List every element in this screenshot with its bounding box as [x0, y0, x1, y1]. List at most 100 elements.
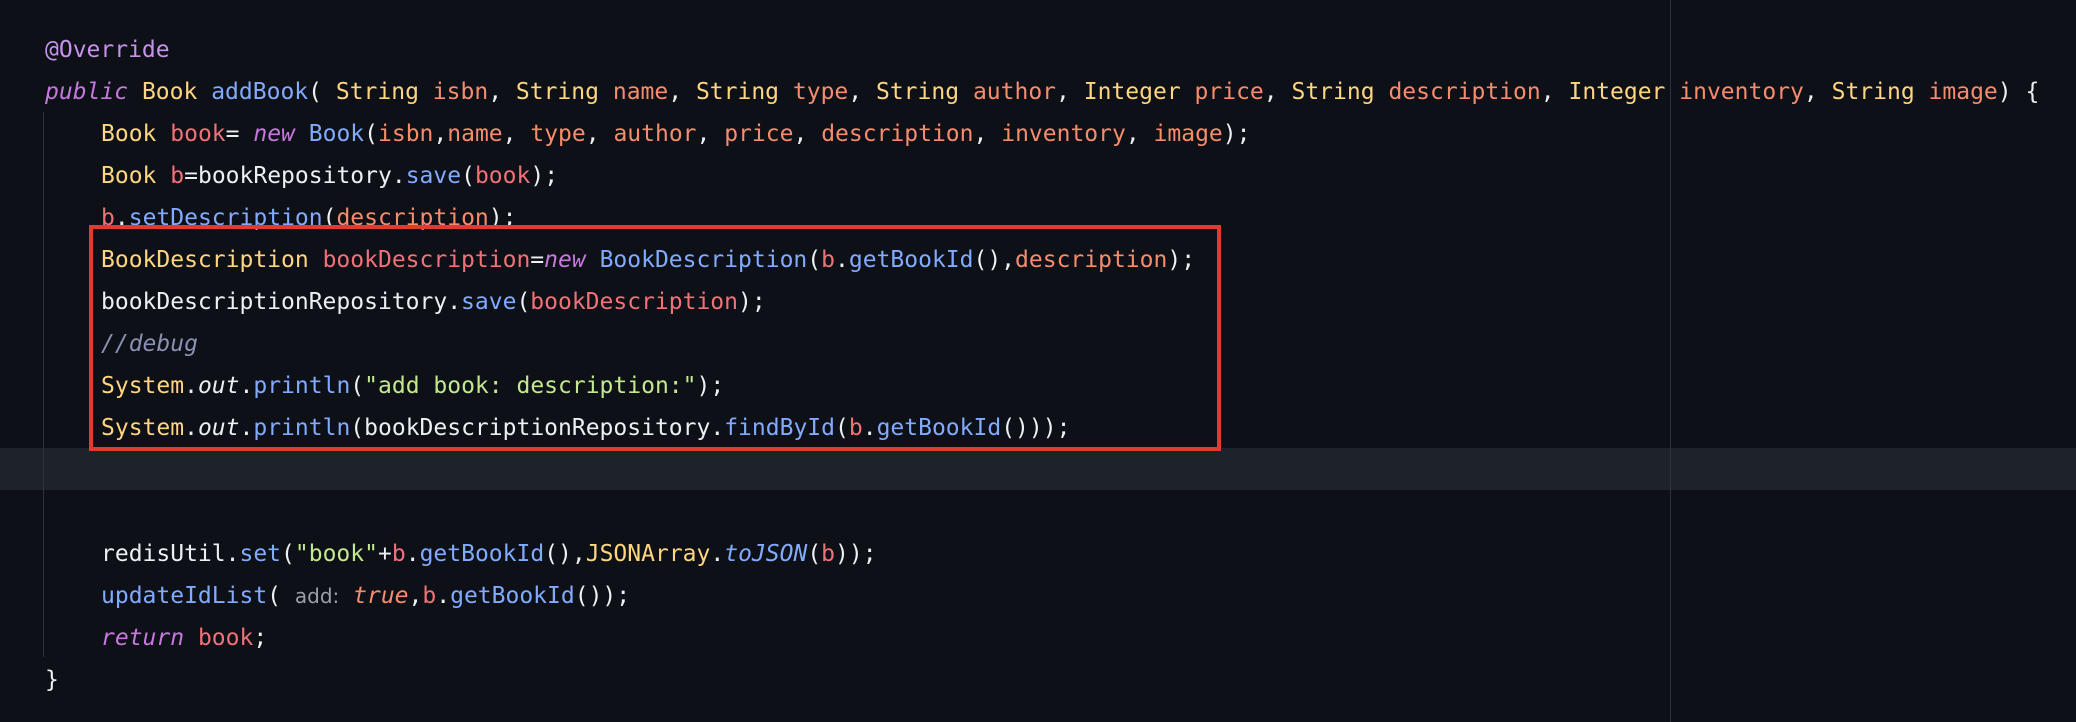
- code-token: addBook: [211, 79, 309, 105]
- code-token: .: [710, 541, 725, 567]
- code-token: );: [530, 163, 559, 189]
- code-token: (: [267, 583, 295, 609]
- code-token: String: [515, 79, 599, 105]
- code-line[interactable]: return book;: [101, 617, 267, 659]
- code-token: b: [821, 541, 836, 567]
- code-token: ());: [574, 583, 631, 609]
- code-token: ));: [835, 541, 877, 567]
- code-token: +: [377, 541, 392, 567]
- code-token: b: [422, 583, 437, 609]
- code-token: book: [474, 163, 531, 189]
- code-token: Integer: [1568, 79, 1666, 105]
- code-token: type: [792, 79, 849, 105]
- current-line-highlight: [0, 448, 2076, 490]
- code-token: String: [1831, 79, 1915, 105]
- code-token: JSONArray: [585, 541, 711, 567]
- code-token: ,: [433, 121, 448, 147]
- code-token: (: [308, 79, 336, 105]
- code-token: price: [724, 121, 794, 147]
- code-token: }: [45, 667, 59, 693]
- highlight-box: [89, 225, 1221, 451]
- code-line[interactable]: @Override: [45, 29, 170, 71]
- code-token: inventory: [1001, 121, 1126, 147]
- code-token: @Override: [45, 37, 170, 63]
- code-token: book: [170, 121, 226, 147]
- code-token: updateIdList: [101, 583, 268, 609]
- code-token: true: [353, 583, 409, 609]
- code-token: String: [335, 79, 419, 105]
- code-token: ) {: [1997, 79, 2040, 105]
- code-token: bookRepository: [197, 163, 392, 189]
- code-token: set: [239, 541, 282, 567]
- code-token: (: [281, 541, 295, 567]
- code-token: name: [612, 79, 669, 105]
- code-token: book: [197, 625, 254, 651]
- code-token: ;: [253, 625, 268, 651]
- code-token: toJSON: [724, 541, 808, 567]
- code-token: type: [530, 121, 586, 147]
- code-token: ,: [848, 79, 876, 105]
- code-token: String: [875, 79, 960, 105]
- code-token: ,: [408, 583, 423, 609]
- code-token: return: [101, 625, 185, 651]
- code-token: ,: [1263, 79, 1292, 105]
- code-token: save: [405, 163, 462, 189]
- code-line[interactable]: public Book addBook( String isbn, String…: [45, 71, 2039, 113]
- code-token: redisUtil: [101, 541, 226, 567]
- code-token: );: [1222, 121, 1251, 147]
- code-token: b: [170, 163, 185, 189]
- code-token: description: [821, 121, 974, 147]
- code-token: (: [364, 121, 378, 147]
- code-token: =: [184, 163, 198, 189]
- code-token: =: [225, 121, 254, 147]
- parameter-hint: add:: [294, 584, 340, 608]
- code-line[interactable]: Book b=bookRepository.save(book);: [101, 155, 558, 197]
- code-line[interactable]: updateIdList( add: true,b.getBookId());: [101, 575, 630, 617]
- code-token: ,: [1540, 79, 1569, 105]
- code-token: isbn: [432, 79, 489, 105]
- code-token: new: [253, 121, 295, 147]
- code-token: String: [1291, 79, 1375, 105]
- code-token: ,: [668, 79, 696, 105]
- code-token: Book: [101, 121, 157, 147]
- code-token: public: [45, 79, 129, 105]
- code-token: ,: [696, 121, 725, 147]
- code-editor[interactable]: @Override public Book addBook( String isb…: [0, 0, 2076, 722]
- code-line[interactable]: }: [45, 659, 59, 701]
- code-token: b: [391, 541, 406, 567]
- code-token: Book: [308, 121, 365, 147]
- code-token: ,: [1125, 121, 1154, 147]
- code-token: image: [1928, 79, 1998, 105]
- code-token: image: [1153, 121, 1223, 147]
- code-token: ,: [585, 121, 614, 147]
- code-token: description: [1388, 79, 1541, 105]
- code-token: .: [436, 583, 451, 609]
- code-token: ,: [1803, 79, 1832, 105]
- code-token: isbn: [378, 121, 434, 147]
- code-token: ,: [488, 79, 516, 105]
- code-token: author: [613, 121, 697, 147]
- code-token: inventory: [1679, 79, 1804, 105]
- code-line[interactable]: redisUtil.set("book"+b.getBookId(),JSONA…: [101, 533, 877, 575]
- code-token: Book: [101, 163, 157, 189]
- code-token: ,: [973, 121, 1002, 147]
- code-token: (),: [544, 541, 586, 567]
- code-token: .: [391, 163, 406, 189]
- code-line[interactable]: Book book= new Book(isbn,name, type, aut…: [101, 113, 1251, 155]
- code-token: ,: [502, 121, 531, 147]
- code-token: name: [447, 121, 503, 147]
- code-token: getBookId: [450, 583, 575, 609]
- code-token: ,: [1056, 79, 1084, 105]
